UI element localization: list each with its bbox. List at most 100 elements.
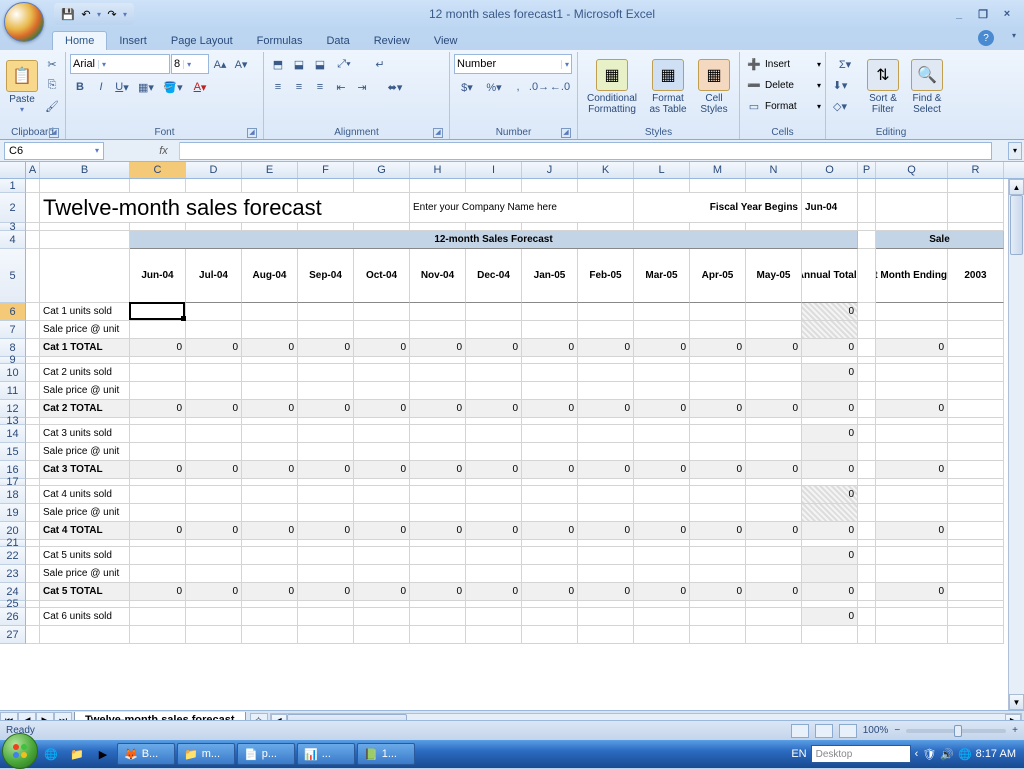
grow-font-icon[interactable]: A▴ xyxy=(210,54,230,74)
cell[interactable] xyxy=(948,357,1004,364)
cell[interactable] xyxy=(354,321,410,339)
cell[interactable] xyxy=(26,425,40,443)
tab-formulas[interactable]: Formulas xyxy=(245,32,315,50)
row-header-18[interactable]: 18 xyxy=(0,486,26,504)
cell[interactable] xyxy=(26,461,40,479)
cell[interactable] xyxy=(746,303,802,321)
cell[interactable] xyxy=(242,443,298,461)
cell[interactable] xyxy=(354,443,410,461)
help-icon[interactable]: ? xyxy=(978,30,994,46)
cell[interactable] xyxy=(802,601,858,608)
cell[interactable] xyxy=(298,626,354,644)
column-header-P[interactable]: P xyxy=(858,162,876,178)
cat-price-label[interactable]: Sale price @ unit xyxy=(40,504,130,522)
current-month-header[interactable]: Current Month Ending mm/yy xyxy=(876,249,948,303)
cell[interactable] xyxy=(578,540,634,547)
cell[interactable] xyxy=(578,565,634,583)
cell[interactable] xyxy=(186,601,242,608)
cell[interactable] xyxy=(858,583,876,601)
row-header-27[interactable]: 27 xyxy=(0,626,26,644)
align-left-icon[interactable]: ≡ xyxy=(268,77,288,97)
cell[interactable] xyxy=(26,626,40,644)
cell[interactable] xyxy=(634,321,690,339)
cell[interactable] xyxy=(858,547,876,565)
cell[interactable] xyxy=(858,321,876,339)
cell[interactable] xyxy=(876,479,948,486)
cell[interactable] xyxy=(466,540,522,547)
row-header-14[interactable]: 14 xyxy=(0,425,26,443)
cell[interactable] xyxy=(298,540,354,547)
column-header-G[interactable]: G xyxy=(354,162,410,178)
cell[interactable] xyxy=(948,461,1004,479)
cell[interactable]: 0 xyxy=(876,461,948,479)
total-cell[interactable]: 0 xyxy=(130,461,186,479)
explorer-icon[interactable]: 📁 xyxy=(65,743,89,765)
desktop-search[interactable]: Desktop xyxy=(811,745,911,763)
format-as-table-button[interactable]: ▦Format as Table xyxy=(644,54,692,120)
cell[interactable] xyxy=(690,303,746,321)
cell[interactable] xyxy=(130,601,186,608)
cell[interactable] xyxy=(858,540,876,547)
cell[interactable] xyxy=(242,479,298,486)
month-header[interactable]: Jul-04 xyxy=(186,249,242,303)
total-cell[interactable]: 0 xyxy=(354,461,410,479)
cell[interactable] xyxy=(858,231,876,249)
cell[interactable] xyxy=(948,339,1004,357)
cell[interactable] xyxy=(186,418,242,425)
cell[interactable] xyxy=(26,382,40,400)
cell[interactable] xyxy=(242,486,298,504)
cell[interactable] xyxy=(948,504,1004,522)
taskbar-task[interactable]: 📊... xyxy=(297,743,355,765)
cell[interactable] xyxy=(242,504,298,522)
clipboard-dialog-icon[interactable]: ◢ xyxy=(49,128,59,138)
cell[interactable] xyxy=(354,479,410,486)
cell[interactable]: 0 xyxy=(876,583,948,601)
cell[interactable] xyxy=(298,486,354,504)
cell[interactable] xyxy=(858,418,876,425)
total-cell[interactable]: 0 xyxy=(746,583,802,601)
cell[interactable] xyxy=(298,443,354,461)
vertical-scrollbar[interactable]: ▲ ▼ xyxy=(1008,179,1024,710)
cell[interactable] xyxy=(858,425,876,443)
clock[interactable]: 8:17 AM xyxy=(976,748,1016,760)
cell[interactable] xyxy=(578,179,634,193)
cell[interactable] xyxy=(26,400,40,418)
cell[interactable] xyxy=(876,601,948,608)
cell[interactable] xyxy=(242,540,298,547)
total-cell[interactable]: 0 xyxy=(354,400,410,418)
cell[interactable] xyxy=(26,321,40,339)
cell[interactable] xyxy=(876,303,948,321)
column-header-I[interactable]: I xyxy=(466,162,522,178)
format-cells-button[interactable]: ▭Format▾ xyxy=(744,96,821,116)
cell[interactable] xyxy=(948,626,1004,644)
close-button[interactable]: × xyxy=(998,6,1016,22)
total-cell[interactable]: 0 xyxy=(410,339,466,357)
total-cell[interactable]: 0 xyxy=(354,522,410,540)
cell[interactable] xyxy=(354,626,410,644)
total-cell[interactable]: 0 xyxy=(130,522,186,540)
cell[interactable] xyxy=(26,223,40,231)
cell[interactable] xyxy=(690,223,746,231)
cell[interactable] xyxy=(802,626,858,644)
cell[interactable] xyxy=(690,626,746,644)
cell[interactable] xyxy=(466,364,522,382)
cell[interactable] xyxy=(26,608,40,626)
cell[interactable] xyxy=(186,382,242,400)
total-cell[interactable]: 0 xyxy=(130,339,186,357)
fill-icon[interactable]: ⬇▾ xyxy=(830,75,850,95)
cell[interactable] xyxy=(242,565,298,583)
tray-icon-1[interactable]: 🛡 xyxy=(922,748,936,761)
total-cell[interactable]: 0 xyxy=(746,522,802,540)
cell[interactable] xyxy=(522,608,578,626)
cell[interactable] xyxy=(298,608,354,626)
cell[interactable] xyxy=(186,321,242,339)
cell[interactable] xyxy=(690,425,746,443)
cell[interactable] xyxy=(634,601,690,608)
page-layout-view-icon[interactable] xyxy=(815,724,833,738)
cell[interactable] xyxy=(130,504,186,522)
cat-units-label[interactable]: Cat 5 units sold xyxy=(40,547,130,565)
cell[interactable] xyxy=(746,425,802,443)
font-name-combo[interactable]: Arial▾ xyxy=(70,54,170,74)
annual-total[interactable]: 0 xyxy=(802,522,858,540)
cell[interactable] xyxy=(634,547,690,565)
